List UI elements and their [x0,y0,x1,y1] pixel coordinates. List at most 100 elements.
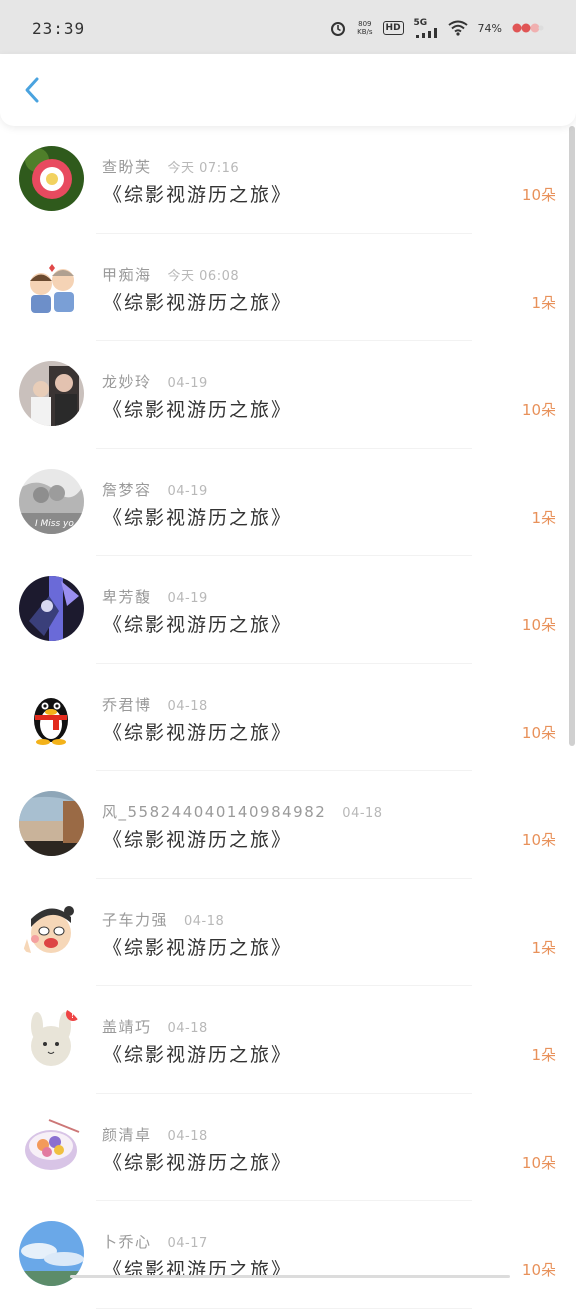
chevron-left-icon [25,77,39,103]
scrollbar[interactable] [569,126,575,746]
wifi-icon [447,20,468,36]
book-title[interactable]: 《综影视游历之旅》 [103,180,292,207]
gift-date: 04-18 [184,913,225,929]
book-title[interactable]: 《综影视游历之旅》 [103,610,292,637]
gift-date: 04-18 [167,1128,208,1144]
user-name[interactable]: 卜乔心 [102,1233,152,1251]
row-divider [96,1307,472,1309]
gift-meta: 子车力强 04-18 [102,909,224,930]
book-title[interactable]: 《综影视游历之旅》 [103,395,292,422]
signal-icon: 5G [414,18,438,38]
book-title[interactable]: 《综影视游历之旅》 [103,288,292,315]
gift-meta: 卜乔心 04-17 [102,1231,208,1252]
user-name[interactable]: 龙妙玲 [102,373,152,391]
avatar-image [19,576,84,641]
avatar[interactable] [19,253,84,319]
gift-meta: 查盼芙 今天 07:16 [102,156,239,177]
user-name[interactable]: 卑芳馥 [102,588,152,606]
gift-row[interactable]: 乔君博 04-18 《综影视游历之旅》 10朵 [0,664,568,771]
gift-row[interactable]: I Miss yo 詹梦容 04-19 《综影视游历之旅》 1朵 [0,449,568,556]
book-title[interactable]: 《综影视游历之旅》 [103,503,292,530]
avatar[interactable] [19,361,84,426]
back-button[interactable] [16,74,48,106]
flower-count: 1朵 [531,938,556,957]
gift-row[interactable]: 卑芳馥 04-19 《综影视游历之旅》 10朵 [0,556,568,664]
avatar-image [19,361,84,426]
gift-meta: 甲痴海 今天 06:08 [102,264,239,285]
gift-meta: 龙妙玲 04-19 [102,371,208,392]
book-title[interactable]: 《综影视游历之旅》 [103,825,292,852]
gift-date: 04-19 [167,376,208,391]
gift-date: 04-19 [167,591,208,606]
user-name[interactable]: 颜清卓 [102,1126,152,1144]
book-title[interactable]: 《综影视游历之旅》 [103,718,292,745]
avatar-image: I Miss yo [19,468,84,534]
alarm-icon [329,19,347,37]
top-bar [0,54,576,126]
gift-list: 查盼芙 今天 07:16 《综影视游历之旅》 10朵 甲痴海 今天 06:08 《综影视游历… [0,126,568,1309]
gift-row[interactable]: 龙妙玲 04-19 《综影视游历之旅》 10朵 [0,341,568,449]
avatar-image [19,683,84,749]
avatar-image [19,146,84,211]
gift-meta: 颜清卓 04-18 [102,1124,208,1145]
gift-date: 04-18 [167,698,208,714]
avatar[interactable] [19,576,84,641]
avatar[interactable]: ! [19,1006,84,1071]
flower-count: 10朵 [521,186,556,204]
gift-meta: 乔君博 04-18 [102,694,208,715]
user-name[interactable]: 乔君博 [102,696,152,714]
avatar[interactable] [19,791,84,856]
gift-row[interactable]: 风_558244040140984982 04-18 《综影视游历之旅》 10朵 [0,771,568,879]
gift-meta: 盖靖巧 04-18 [102,1016,208,1037]
user-name[interactable]: 风_558244040140984982 [102,803,326,821]
status-icons: 809 KB/s HD 5G 74% [329,18,544,38]
gift-row[interactable]: 查盼芙 今天 07:16 《综影视游历之旅》 10朵 [0,126,568,234]
gift-row[interactable]: 子车力强 04-18 《综影视游历之旅》 1朵 [0,879,568,986]
avatar-image [19,791,84,856]
status-time: 23:39 [32,18,86,38]
avatar-image [19,1113,84,1179]
avatar[interactable] [19,1113,84,1179]
gift-row[interactable]: ! 盖靖巧 04-18 《综影视游历之旅》 1朵 [0,986,568,1094]
book-title[interactable]: 《综影视游历之旅》 [103,1148,292,1175]
gift-meta: 卑芳馥 04-19 [102,586,208,607]
gift-date: 04-17 [167,1236,208,1251]
user-name[interactable]: 甲痴海 [102,266,152,284]
gift-date: 04-18 [167,1021,208,1036]
flower-count: 10朵 [521,401,556,419]
book-title[interactable]: 《综影视游历之旅》 [103,933,292,960]
avatar[interactable] [19,898,84,964]
svg-text:I Miss yo: I Miss yo [35,519,74,529]
avatar[interactable] [19,683,84,749]
gift-date: 04-18 [342,806,383,821]
gift-date: 04-19 [167,483,208,499]
avatar-image: ! [19,1006,84,1071]
avatar[interactable]: I Miss yo [19,468,84,534]
avatar-image [19,253,84,319]
user-name[interactable]: 查盼芙 [102,158,152,176]
user-name[interactable]: 子车力强 [102,911,168,929]
flower-count: 10朵 [521,616,556,634]
battery-icon [512,21,544,35]
gift-date: 今天 06:08 [167,268,240,284]
gift-row[interactable]: 甲痴海 今天 06:08 《综影视游历之旅》 1朵 [0,234,568,341]
hd-badge: HD [382,21,404,35]
gift-meta: 詹梦容 04-19 [102,479,208,500]
flower-count: 1朵 [531,293,556,312]
home-indicator [70,1275,510,1278]
user-name[interactable]: 詹梦容 [102,481,152,499]
book-title[interactable]: 《综影视游历之旅》 [103,1040,292,1067]
net-speed: 809 KB/s [357,20,373,36]
flower-count: 10朵 [521,1153,556,1172]
gift-row[interactable]: 卜乔心 04-17 《综影视游历之旅》 10朵 [0,1201,568,1309]
flower-count: 1朵 [531,508,556,527]
flower-count: 10朵 [521,1261,556,1279]
avatar[interactable] [19,146,84,211]
gift-meta: 风_558244040140984982 04-18 [102,801,383,822]
gift-row[interactable]: 颜清卓 04-18 《综影视游历之旅》 10朵 [0,1094,568,1201]
avatar-image [19,898,84,964]
svg-text:!: ! [71,1010,75,1021]
status-bar: 23:39 809 KB/s HD 5G 74% [0,0,576,56]
flower-count: 10朵 [521,723,556,742]
user-name[interactable]: 盖靖巧 [102,1018,152,1036]
